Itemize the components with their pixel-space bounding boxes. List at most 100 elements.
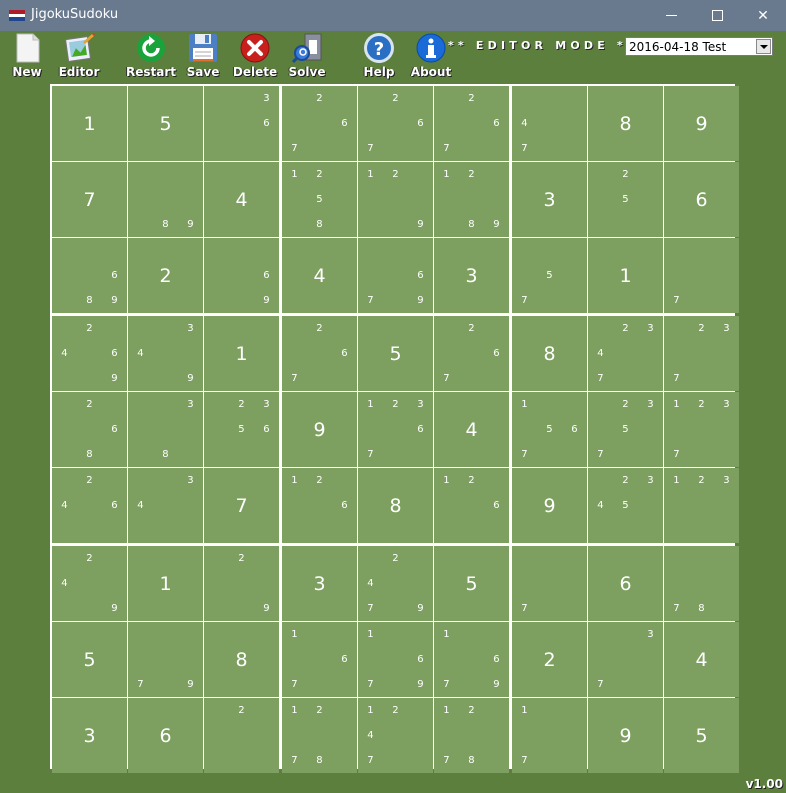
cell-r3c5[interactable]: 6 7 9 [358,238,433,313]
new-button[interactable]: New [8,32,46,80]
cell-r3c7[interactable]: 57 [512,238,587,313]
cell-r8c3[interactable]: 8 [204,622,279,697]
cell-r6c4[interactable]: 1 2 6 [282,468,357,543]
cell-r3c3[interactable]: 69 [204,238,279,313]
puzzle-select[interactable]: 2016-04-18 Test [625,37,773,56]
close-button[interactable]: ✕ [740,0,786,31]
cell-r7c6[interactable]: 5 [434,546,509,621]
dropdown-arrow-icon[interactable] [756,39,771,54]
cell-r5c8[interactable]: 2 3 5 7 [588,392,663,467]
candidate-4: 4 [61,577,68,589]
cell-r5c9[interactable]: 1 2 3 7 [664,392,739,467]
cell-r9c9[interactable]: 5 [664,698,739,773]
delete-button[interactable]: Delete [232,32,278,80]
cell-r7c5[interactable]: 2 4 7 9 [358,546,433,621]
cell-r8c7[interactable]: 2 [512,622,587,697]
cell-r3c1[interactable]: 6 8 9 [52,238,127,313]
cell-r1c5[interactable]: 2 6 7 [358,86,433,161]
cell-r5c2[interactable]: 38 [128,392,203,467]
cell-r9c2[interactable]: 6 [128,698,203,773]
cell-r9c5[interactable]: 1 2 4 7 [358,698,433,773]
help-button[interactable]: ? Help [360,32,398,80]
cell-r2c4[interactable]: 1 2 5 8 [282,162,357,237]
cell-r8c4[interactable]: 1 6 7 [282,622,357,697]
cell-r3c2[interactable]: 2 [128,238,203,313]
cell-r1c6[interactable]: 2 6 7 [434,86,509,161]
cell-r7c2[interactable]: 1 [128,546,203,621]
cell-r2c9[interactable]: 6 [664,162,739,237]
cell-r6c1[interactable]: 2 4 6 [52,468,127,543]
cell-r3c4[interactable]: 4 [282,238,357,313]
cell-r5c7[interactable]: 1567 [512,392,587,467]
cell-r3c8[interactable]: 1 [588,238,663,313]
cell-r2c3[interactable]: 4 [204,162,279,237]
cell-r4c7[interactable]: 8 [512,316,587,391]
cell-r1c1[interactable]: 1 [52,86,127,161]
cell-r2c7[interactable]: 3 [512,162,587,237]
save-button[interactable]: Save [184,32,222,80]
editor-button[interactable]: Editor [56,32,102,80]
cell-r6c9[interactable]: 1 2 3 [664,468,739,543]
cell-r2c1[interactable]: 7 [52,162,127,237]
cell-r7c7[interactable]: 7 [512,546,587,621]
cell-r4c8[interactable]: 2 3 4 7 [588,316,663,391]
cell-r4c3[interactable]: 1 [204,316,279,391]
cell-r8c2[interactable]: 79 [128,622,203,697]
cell-r7c1[interactable]: 2 4 9 [52,546,127,621]
cell-r6c2[interactable]: 34 [128,468,203,543]
cell-value: 4 [235,188,248,211]
candidate-3: 3 [263,398,270,410]
cell-r9c3[interactable]: 2 [204,698,279,773]
cell-r6c8[interactable]: 2 3 4 5 [588,468,663,543]
cell-r5c6[interactable]: 4 [434,392,509,467]
cell-r7c3[interactable]: 29 [204,546,279,621]
cell-r4c5[interactable]: 5 [358,316,433,391]
cell-r5c4[interactable]: 9 [282,392,357,467]
cell-r4c4[interactable]: 2 6 7 [282,316,357,391]
cell-r5c1[interactable]: 2 6 8 [52,392,127,467]
cell-r9c7[interactable]: 17 [512,698,587,773]
restart-button[interactable]: Restart [124,32,178,80]
cell-r6c7[interactable]: 9 [512,468,587,543]
cell-r2c6[interactable]: 1 2 8 9 [434,162,509,237]
cell-r9c1[interactable]: 3 [52,698,127,773]
cell-r1c8[interactable]: 8 [588,86,663,161]
cell-r2c5[interactable]: 1 2 9 [358,162,433,237]
cell-r8c5[interactable]: 1679 [358,622,433,697]
cell-r5c3[interactable]: 2 3 5 6 [204,392,279,467]
minimize-button[interactable] [648,0,694,31]
cell-r1c4[interactable]: 2 6 7 [282,86,357,161]
cell-r6c3[interactable]: 7 [204,468,279,543]
cell-r9c8[interactable]: 9 [588,698,663,773]
cell-r5c5[interactable]: 1 2 3 6 7 [358,392,433,467]
new-file-icon [16,33,40,63]
cell-r8c6[interactable]: 1679 [434,622,509,697]
cell-r7c4[interactable]: 3 [282,546,357,621]
cell-r9c6[interactable]: 1 2 7 8 [434,698,509,773]
cell-r8c9[interactable]: 4 [664,622,739,697]
cell-r3c6[interactable]: 3 [434,238,509,313]
maximize-button[interactable] [694,0,740,31]
cell-r1c9[interactable]: 9 [664,86,739,161]
cell-r9c4[interactable]: 1 2 7 8 [282,698,357,773]
cell-r3c9[interactable]: 7 [664,238,739,313]
cell-r1c3[interactable]: 36 [204,86,279,161]
cell-r7c9[interactable]: 78 [664,546,739,621]
cell-r4c2[interactable]: 3 4 9 [128,316,203,391]
candidate-2: 2 [238,552,245,564]
cell-r2c2[interactable]: 89 [128,162,203,237]
about-button[interactable]: About [410,32,452,80]
cell-r1c2[interactable]: 5 [128,86,203,161]
cell-r2c8[interactable]: 25 [588,162,663,237]
cell-r7c8[interactable]: 6 [588,546,663,621]
cell-r8c1[interactable]: 5 [52,622,127,697]
cell-r6c6[interactable]: 1 2 6 [434,468,509,543]
cell-r4c9[interactable]: 2 3 7 [664,316,739,391]
cell-r1c7[interactable]: 47 [512,86,587,161]
cell-r4c1[interactable]: 2 4 6 9 [52,316,127,391]
cell-r6c5[interactable]: 8 [358,468,433,543]
solve-button[interactable]: Solve [286,32,328,80]
candidate-8: 8 [162,448,169,460]
cell-r4c6[interactable]: 2 6 7 [434,316,509,391]
cell-r8c8[interactable]: 37 [588,622,663,697]
